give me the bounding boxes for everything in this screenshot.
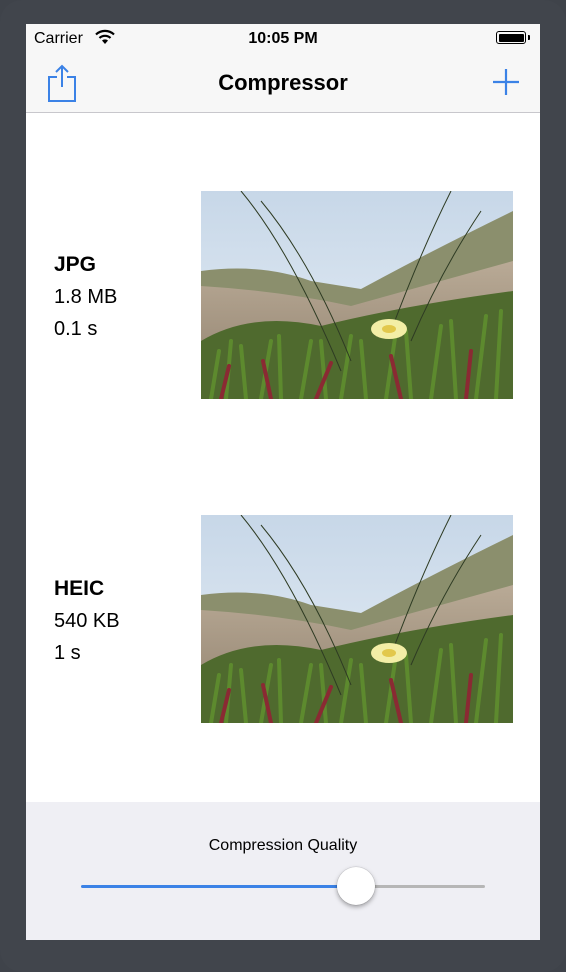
jpg-preview-image xyxy=(201,191,513,399)
compression-quality-label: Compression Quality xyxy=(208,837,358,854)
battery-icon xyxy=(496,31,526,44)
compression-quality-slider[interactable] xyxy=(81,866,485,906)
file-size: 1.8 MB xyxy=(54,286,118,308)
compression-panel: Compression Quality xyxy=(26,802,540,940)
format-label: JPG xyxy=(54,253,97,276)
format-label: HEIC xyxy=(54,577,105,600)
heic-preview-image xyxy=(201,515,513,723)
result-info: JPG 1.8 MB 0.1 s xyxy=(54,249,117,345)
slider-thumb[interactable] xyxy=(337,867,376,905)
battery-cap xyxy=(528,35,530,40)
encode-time: 0.1 s xyxy=(54,318,98,340)
status-time: 10:05 PM xyxy=(248,30,318,47)
slider-track-filled xyxy=(81,885,357,888)
navigation-bar: Compressor xyxy=(26,54,540,113)
add-icon[interactable] xyxy=(490,66,522,98)
file-size: 540 KB xyxy=(54,610,120,632)
screen: Carrier 10:05 PM Compressor JPG 1.8 MB 0… xyxy=(26,24,540,940)
slider-track-empty xyxy=(356,885,485,888)
page-title: Compressor xyxy=(218,70,348,95)
encode-time: 1 s xyxy=(54,642,81,664)
status-bar: Carrier 10:05 PM xyxy=(26,24,540,54)
result-info: HEIC 540 KB 1 s xyxy=(54,573,120,669)
device-frame: Carrier 10:05 PM Compressor JPG 1.8 MB 0… xyxy=(0,0,566,972)
